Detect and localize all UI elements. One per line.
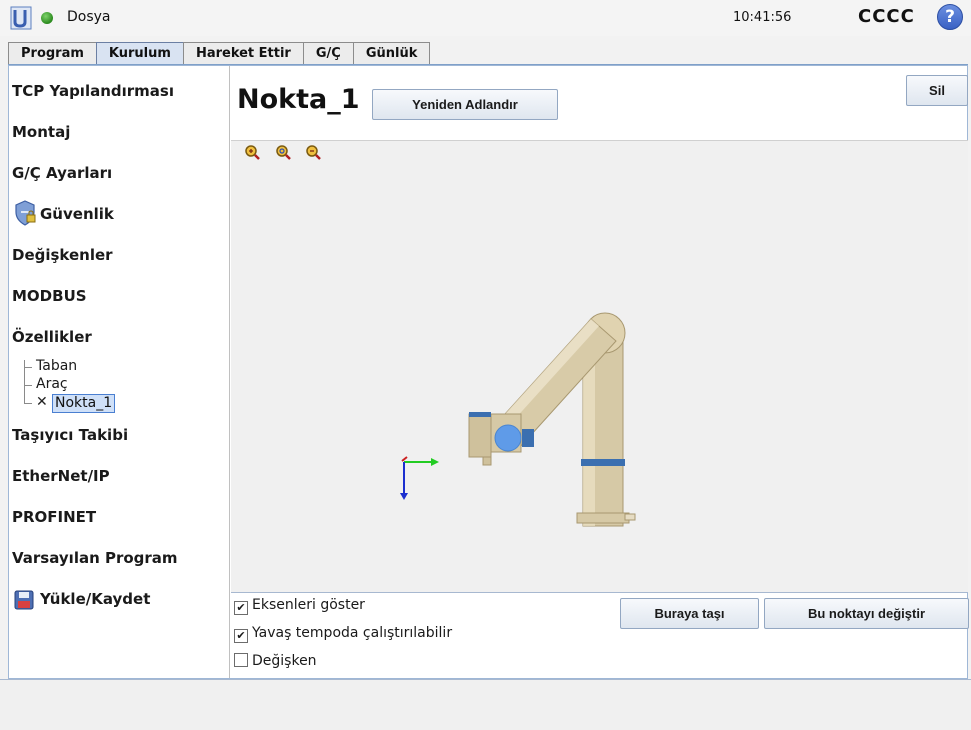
delete-button[interactable]: Sil — [906, 75, 968, 106]
zoom-reset-icon[interactable] — [275, 144, 291, 160]
sidebar: TCP Yapılandırması Montaj G/Ç Ayarları G… — [10, 66, 230, 678]
sidebar-item-modbus[interactable]: MODBUS — [12, 287, 87, 305]
rename-button[interactable]: Yeniden Adlandır — [372, 89, 558, 120]
sidebar-item-io-setup[interactable]: G/Ç Ayarları — [12, 164, 112, 182]
move-here-button[interactable]: Buraya taşı — [620, 598, 759, 629]
ur-logo-icon — [10, 6, 32, 30]
feature-base[interactable]: Taban — [36, 358, 77, 374]
show-axes-checkbox[interactable]: ✔ — [234, 601, 248, 615]
robot-3d-viewport[interactable] — [231, 140, 968, 593]
slow-tempo-option[interactable]: ✔ Yavaş tempoda çalıştırılabilir — [234, 625, 452, 643]
sidebar-item-load-save[interactable]: Yükle/Kaydet — [40, 590, 150, 608]
sidebar-item-mounting[interactable]: Montaj — [12, 123, 70, 141]
sidebar-item-conveyor-tracking[interactable]: Taşıyıcı Takibi — [12, 426, 128, 444]
sidebar-item-profinet[interactable]: PROFINET — [12, 508, 96, 526]
file-menu[interactable]: Dosya — [67, 9, 111, 25]
main-tabs: Program Kurulum Hareket Ettir G/Ç Günlük — [8, 42, 431, 65]
footer-area — [0, 679, 971, 730]
save-disk-icon — [14, 590, 34, 610]
tab-installation[interactable]: Kurulum — [95, 42, 184, 65]
status-indicator-icon — [41, 12, 53, 24]
robot-arm-render — [400, 312, 636, 527]
sidebar-item-tcp[interactable]: TCP Yapılandırması — [12, 82, 174, 100]
clock: 10:41:56 — [733, 10, 792, 25]
tab-program[interactable]: Program — [8, 42, 97, 65]
sidebar-item-ethernet-ip[interactable]: EtherNet/IP — [12, 467, 110, 485]
sidebar-item-variables[interactable]: Değişkenler — [12, 246, 113, 264]
variable-option[interactable]: Değişken — [234, 653, 317, 669]
page-title: Nokta_1 — [237, 84, 360, 115]
tab-io[interactable]: G/Ç — [302, 42, 354, 65]
point-feature-icon: ✕ — [36, 394, 48, 410]
tab-move[interactable]: Hareket Ettir — [182, 42, 304, 65]
tree-branch — [24, 385, 32, 386]
sidebar-item-default-program[interactable]: Varsayılan Program — [12, 549, 178, 567]
robot-name: CCCC — [858, 6, 915, 27]
top-bar: Dosya 10:41:56 CCCC ? — [0, 0, 971, 36]
change-point-button[interactable]: Bu noktayı değiştir — [764, 598, 969, 629]
sidebar-item-safety[interactable]: Güvenlik — [40, 205, 114, 223]
variable-checkbox[interactable] — [234, 653, 248, 667]
variable-label: Değişken — [252, 653, 317, 669]
slow-tempo-label: Yavaş tempoda çalıştırılabilir — [252, 625, 453, 641]
zoom-in-icon[interactable] — [244, 144, 260, 160]
tree-branch — [24, 367, 32, 368]
feature-point-selected[interactable]: Nokta_1 — [52, 394, 116, 413]
show-axes-label: Eksenleri göster — [252, 597, 365, 613]
tree-branch — [24, 403, 32, 404]
tab-log[interactable]: Günlük — [352, 42, 431, 65]
feature-tool[interactable]: Araç — [36, 376, 68, 392]
slow-tempo-checkbox[interactable]: ✔ — [234, 629, 248, 643]
show-axes-option[interactable]: ✔ Eksenleri göster — [234, 597, 365, 615]
sidebar-item-features[interactable]: Özellikler — [12, 328, 92, 346]
zoom-out-icon[interactable] — [305, 144, 321, 160]
help-icon[interactable]: ? — [937, 4, 963, 30]
safety-shield-icon — [15, 200, 36, 226]
